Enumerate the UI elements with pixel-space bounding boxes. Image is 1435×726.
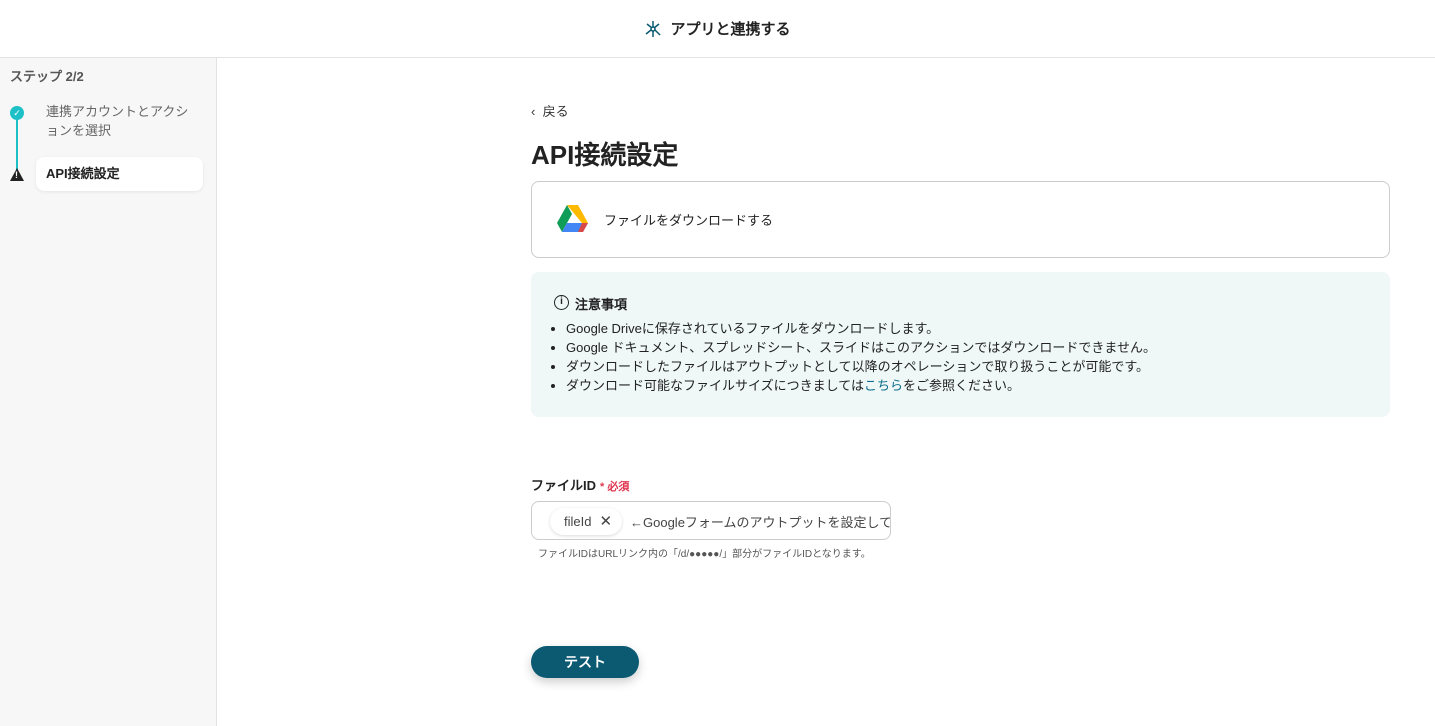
google-drive-icon [557,205,588,232]
notice-text: ダウンロード可能なファイルサイズにつきましては [566,378,864,393]
notice-item: ダウンロードしたファイルはアウトプットとして以降のオペレーションで取り扱うことが… [566,357,1156,376]
field-help: ファイルIDはURLリンク内の「/d/●●●●●/」部分がファイルIDとなります… [538,549,871,560]
action-label: ファイルをダウンロードする [604,213,774,228]
page-title: API接続設定 [531,140,679,170]
step-connector [16,114,18,172]
action-card: ファイルをダウンロードする [531,181,1390,258]
required-mark: * [600,481,605,493]
sidebar-item-select-account[interactable]: 連携アカウントとアクションを選択 [46,102,196,140]
back-link[interactable]: ‹ 戻る [531,101,569,120]
reference-link[interactable]: こちら [864,378,903,393]
file-id-input[interactable]: fileId ✕ ←Googleフォームのアウトプットを設定してください [531,501,891,540]
info-icon: i [554,295,569,310]
notice-item: Google ドキュメント、スプレッドシート、スライドはこのアクションではダウン… [566,338,1156,357]
notice-item: Google Driveに保存されているファイルをダウンロードします。 [566,319,1156,338]
notice-box: i 注意事項 Google Driveに保存されているファイルをダウンロードしま… [531,272,1390,417]
notice-title: 注意事項 [575,297,628,312]
check-icon: ✓ [10,106,24,120]
variable-chip[interactable]: fileId ✕ [550,508,623,535]
required-text: 必須 [607,481,630,493]
header: アプリと連携する [0,0,1435,58]
field-label: ファイルID * 必須 [531,475,629,494]
chevron-left-icon: ‹ [531,104,539,119]
chip-label: fileId [564,514,592,529]
sidebar: ステップ 2/2 ✓ 連携アカウントとアクションを選択 ! API接続設定 [0,58,217,726]
header-title: アプリと連携する [670,21,791,38]
close-icon[interactable]: ✕ [599,513,612,530]
field-label-text: ファイルID [531,478,597,493]
step-indicator: ステップ 2/2 [10,69,84,84]
notice-item: ダウンロード可能なファイルサイズにつきましてはこちらをご参照ください。 [566,376,1156,395]
back-label: 戻る [542,104,569,119]
required-badge: * 必須 [600,481,629,493]
input-text: ←Googleフォームのアウトプットを設定してください [630,515,891,530]
notice-text: をご参照ください。 [902,378,1020,393]
sidebar-item-api-settings[interactable]: API接続設定 [36,157,203,191]
test-button[interactable]: テスト [531,646,639,678]
warning-icon: ! [10,168,24,181]
network-icon [646,20,662,37]
